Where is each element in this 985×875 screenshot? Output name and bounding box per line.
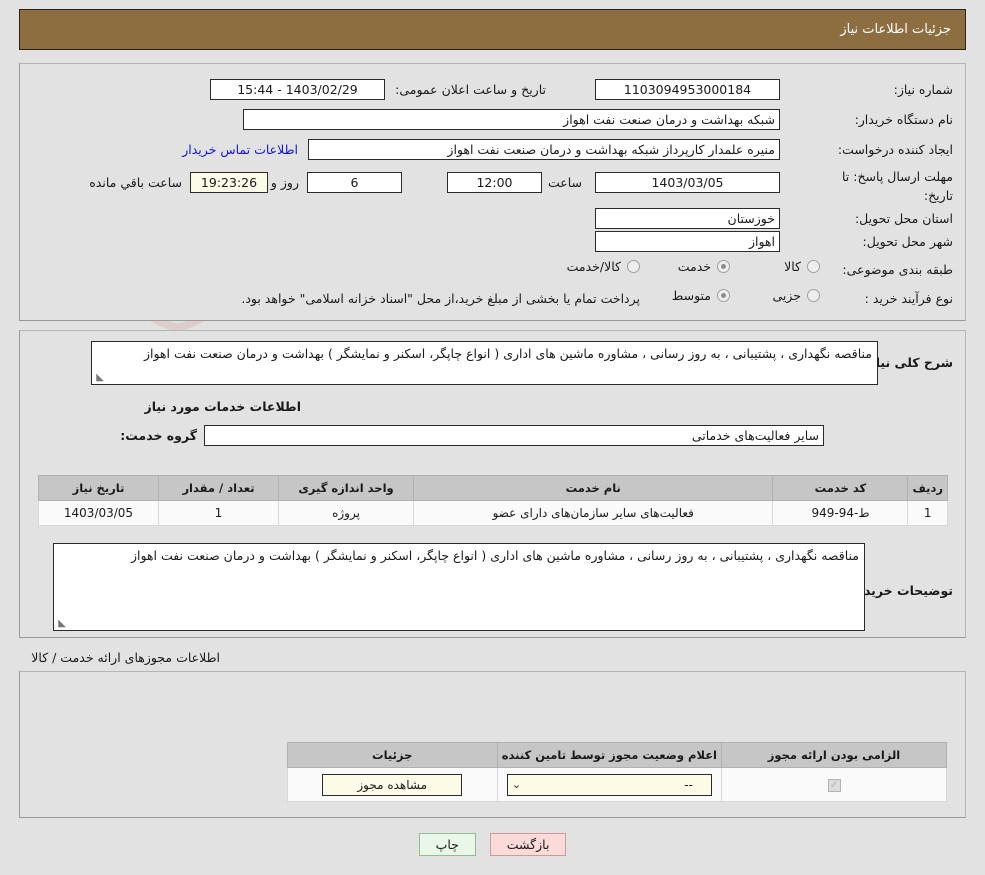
hour-label: ساعت [547, 175, 582, 190]
service-group-value: سایر فعالیت‌های خدماتی [204, 425, 824, 446]
process-option-medium[interactable]: متوسط [672, 288, 730, 303]
city-label: شهر محل تحویل: [862, 234, 953, 249]
category-option-goods[interactable]: کالا [784, 259, 820, 274]
process-option-medium-label: متوسط [671, 288, 711, 303]
th-quantity: تعداد / مقدار [158, 475, 279, 501]
buyer-notes-textarea[interactable]: مناقصه نگهداری ، پشتیبانی ، به روز رسانی… [53, 543, 865, 631]
th-permit-status: اعلام وضعیت مجوز توسط تامین کننده [496, 742, 723, 768]
deadline-label-1: مهلت ارسال پاسخ: تا [842, 169, 953, 184]
process-label: نوع فرآیند خرید : [864, 291, 953, 306]
process-option-minor[interactable]: جزیی [772, 288, 820, 303]
category-option-goods-service-label: کالا/خدمت [566, 259, 621, 274]
td-permit-status: ⌄ -- [496, 767, 723, 802]
td-code: ط-94-949 [772, 500, 909, 526]
payment-note: پرداخت تمام یا بخشی از مبلغ خرید،از محل … [241, 291, 640, 306]
permit-required-checkbox [827, 778, 841, 792]
td-permit-required [721, 767, 947, 802]
need-info-panel: شماره نیاز: 1103094953000184 تاریخ و ساع… [19, 63, 966, 321]
province-label: استان محل تحویل: [854, 211, 953, 226]
process-option-minor-label: جزیی [772, 288, 801, 303]
td-date: 1403/03/05 [38, 500, 159, 526]
days-remaining-value: 6 [307, 172, 402, 193]
permits-section-title: اطلاعات مجوزهای ارائه خدمت / کالا [31, 650, 220, 665]
creator-label: ایجاد کننده درخواست: [837, 142, 953, 157]
service-group-label: گروه خدمت: [120, 428, 197, 443]
need-number-value: 1103094953000184 [595, 79, 780, 100]
creator-value: منیره علمدار کارپرداز شبکه بهداشت و درما… [308, 139, 780, 160]
table-row: ⌄ -- مشاهده مجوز [286, 767, 947, 802]
page-header: جزئیات اطلاعات نیاز [19, 9, 966, 50]
services-table: ردیف کد خدمت نام خدمت واحد اندازه گیری ت… [38, 475, 948, 526]
table-row: 1 ط-94-949 فعالیت‌های سایر سازمان‌های دا… [38, 500, 948, 526]
th-row: ردیف [907, 475, 948, 501]
th-code: کد خدمت [772, 475, 909, 501]
permits-table-header-row: الزامی بودن ارائه مجوز اعلام وضعیت مجوز … [286, 742, 947, 768]
category-option-service-label: خدمت [677, 259, 711, 274]
buyer-contact-link[interactable]: اطلاعات تماس خریدار [182, 142, 298, 157]
announce-value: 1403/02/29 - 15:44 [210, 79, 385, 100]
permits-panel: الزامی بودن ارائه مجوز اعلام وضعیت مجوز … [19, 671, 966, 818]
back-button[interactable]: بازگشت [489, 833, 567, 856]
permits-table: الزامی بودن ارائه مجوز اعلام وضعیت مجوز … [286, 742, 947, 802]
deadline-date-value: 1403/03/05 [595, 172, 780, 193]
resize-grip-icon[interactable]: ◣ [56, 619, 66, 629]
td-quantity: 1 [158, 500, 279, 526]
th-name: نام خدمت [412, 475, 774, 501]
radio-icon-goods[interactable] [807, 260, 820, 273]
need-description-panel: شرح کلی نیاز: مناقصه نگهداری ، پشتیبانی … [19, 330, 966, 638]
announce-label: تاریخ و ساعت اعلان عمومی: [395, 82, 546, 97]
services-info-title: اطلاعات خدمات مورد نیاز [144, 399, 302, 414]
td-name: فعالیت‌های سایر سازمان‌های دارای عضو [412, 500, 774, 526]
footer-actions: بازگشت چاپ [0, 833, 985, 856]
city-value: اهواز [595, 231, 780, 252]
radio-icon-medium[interactable] [717, 289, 730, 302]
category-option-goods-service[interactable]: کالا/خدمت [567, 259, 640, 274]
deadline-time-value: 12:00 [447, 172, 542, 193]
need-number-label: شماره نیاز: [893, 82, 953, 97]
buyer-org-label: نام دستگاه خریدار: [854, 112, 953, 127]
deadline-label-2: تاریخ: [923, 188, 953, 203]
radio-icon-goods-service[interactable] [627, 260, 640, 273]
page-title: جزئیات اطلاعات نیاز [840, 22, 951, 37]
td-permit-details: مشاهده مجوز [286, 767, 498, 802]
buyer-notes-value: مناقصه نگهداری ، پشتیبانی ، به روز رسانی… [130, 548, 859, 563]
province-value: خوزستان [595, 208, 780, 229]
page-root: AnaTender.net جزئیات اطلاعات نیاز شماره … [0, 0, 985, 875]
permit-status-value: -- [684, 777, 693, 792]
days-label: روز و [270, 175, 299, 190]
th-permit-required: الزامی بودن ارائه مجوز [721, 742, 947, 768]
td-row: 1 [907, 500, 948, 526]
print-button[interactable]: چاپ [418, 833, 476, 856]
services-table-header-row: ردیف کد خدمت نام خدمت واحد اندازه گیری ت… [38, 475, 948, 501]
remaining-suffix-label: ساعت باقي مانده [89, 175, 182, 190]
permit-status-select[interactable]: ⌄ -- [506, 773, 712, 796]
category-option-goods-label: کالا [784, 259, 801, 274]
td-unit: پروژه [278, 500, 414, 526]
category-option-service[interactable]: خدمت [678, 259, 730, 274]
th-date: تاریخ نیاز [38, 475, 159, 501]
category-label: طبقه بندی موضوعی: [842, 262, 953, 277]
radio-icon-minor[interactable] [807, 289, 820, 302]
general-need-textarea[interactable]: مناقصه نگهداری ، پشتیبانی ، به روز رسانی… [91, 341, 878, 385]
th-unit: واحد اندازه گیری [278, 475, 414, 501]
th-permit-details: جزئیات [286, 742, 498, 768]
radio-icon-service[interactable] [717, 260, 730, 273]
resize-grip-icon[interactable]: ◣ [94, 373, 104, 383]
time-remaining-value: 19:23:26 [190, 172, 268, 193]
buyer-org-value: شبکه بهداشت و درمان صنعت نفت اهواز [243, 109, 780, 130]
general-need-value: مناقصه نگهداری ، پشتیبانی ، به روز رسانی… [143, 346, 872, 361]
chevron-down-icon: ⌄ [511, 777, 522, 791]
view-permit-button[interactable]: مشاهده مجوز [322, 773, 463, 796]
